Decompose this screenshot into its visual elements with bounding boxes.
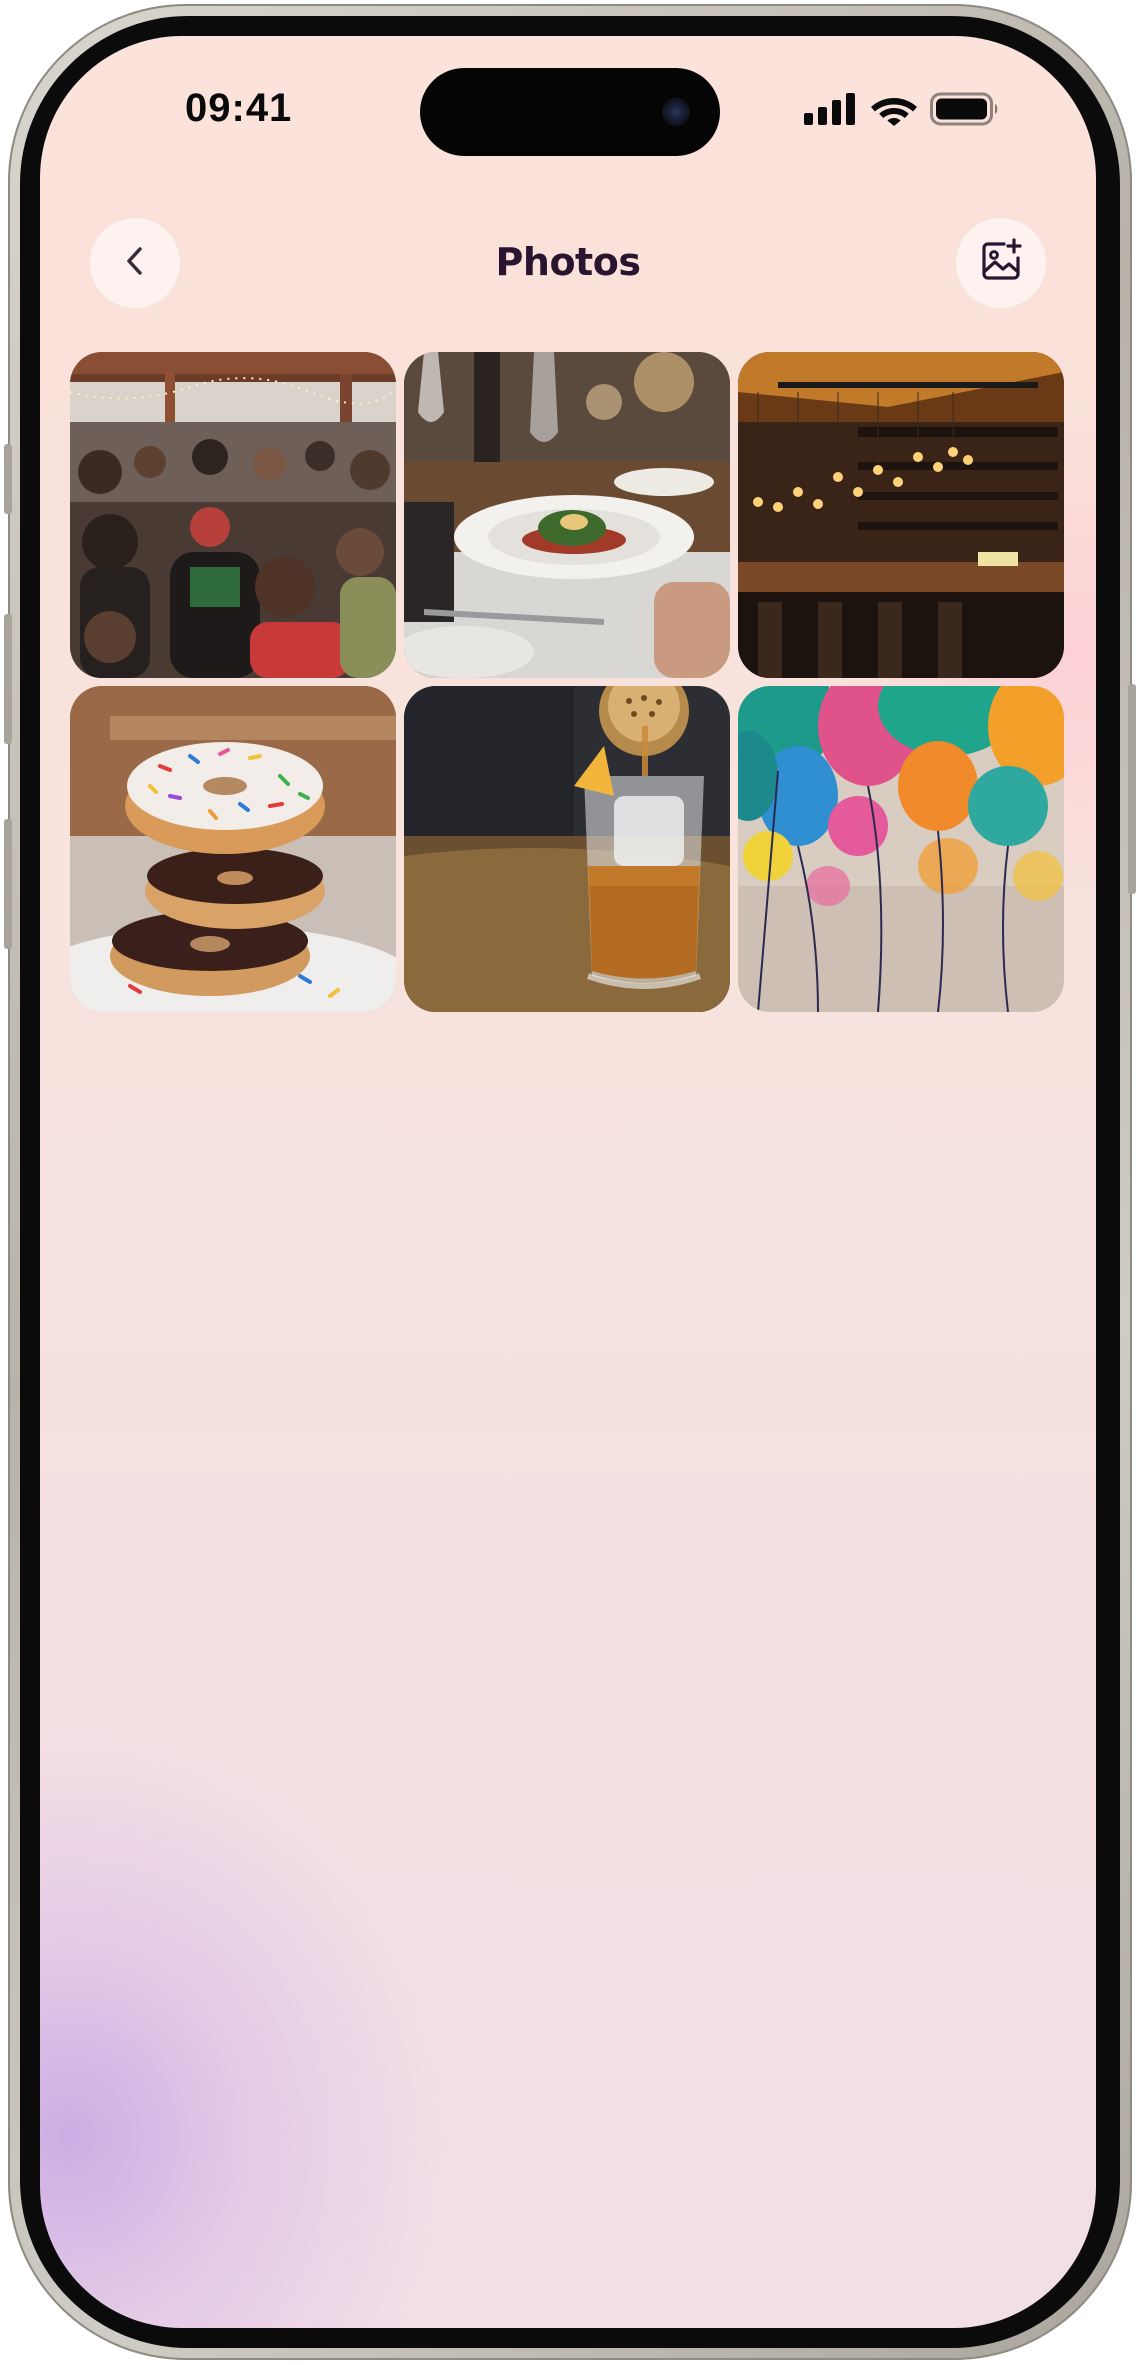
balloons-image (738, 686, 1064, 1012)
wifi-icon (870, 92, 918, 131)
dynamic-island (420, 68, 720, 156)
add-photo-icon (978, 237, 1024, 289)
action-button (4, 444, 12, 514)
add-photo-button[interactable] (956, 218, 1046, 308)
front-camera-icon (662, 98, 690, 126)
status-time: 09:41 (185, 86, 293, 130)
status-icons (804, 92, 1000, 131)
volume-up-button (4, 614, 12, 744)
screen: 09:41 Photos (40, 36, 1096, 2328)
battery-icon (930, 92, 1000, 131)
photo-grid (70, 352, 1064, 1012)
cocktail-image (404, 686, 730, 1012)
photo-donuts[interactable] (70, 686, 396, 1012)
photo-crowd-party[interactable] (70, 352, 396, 678)
donuts-image (70, 686, 396, 1012)
page-title: Photos (495, 240, 641, 284)
photo-restaurant-dinner[interactable] (404, 352, 730, 678)
bar-interior-image (738, 352, 1064, 678)
crowd-party-image (70, 352, 396, 678)
power-button (1128, 684, 1136, 894)
photo-bar-interior[interactable] (738, 352, 1064, 678)
cellular-signal-icon (804, 93, 858, 130)
volume-down-button (4, 819, 12, 949)
photo-balloons[interactable] (738, 686, 1064, 1012)
photo-cocktail[interactable] (404, 686, 730, 1012)
restaurant-dinner-image (404, 352, 730, 678)
